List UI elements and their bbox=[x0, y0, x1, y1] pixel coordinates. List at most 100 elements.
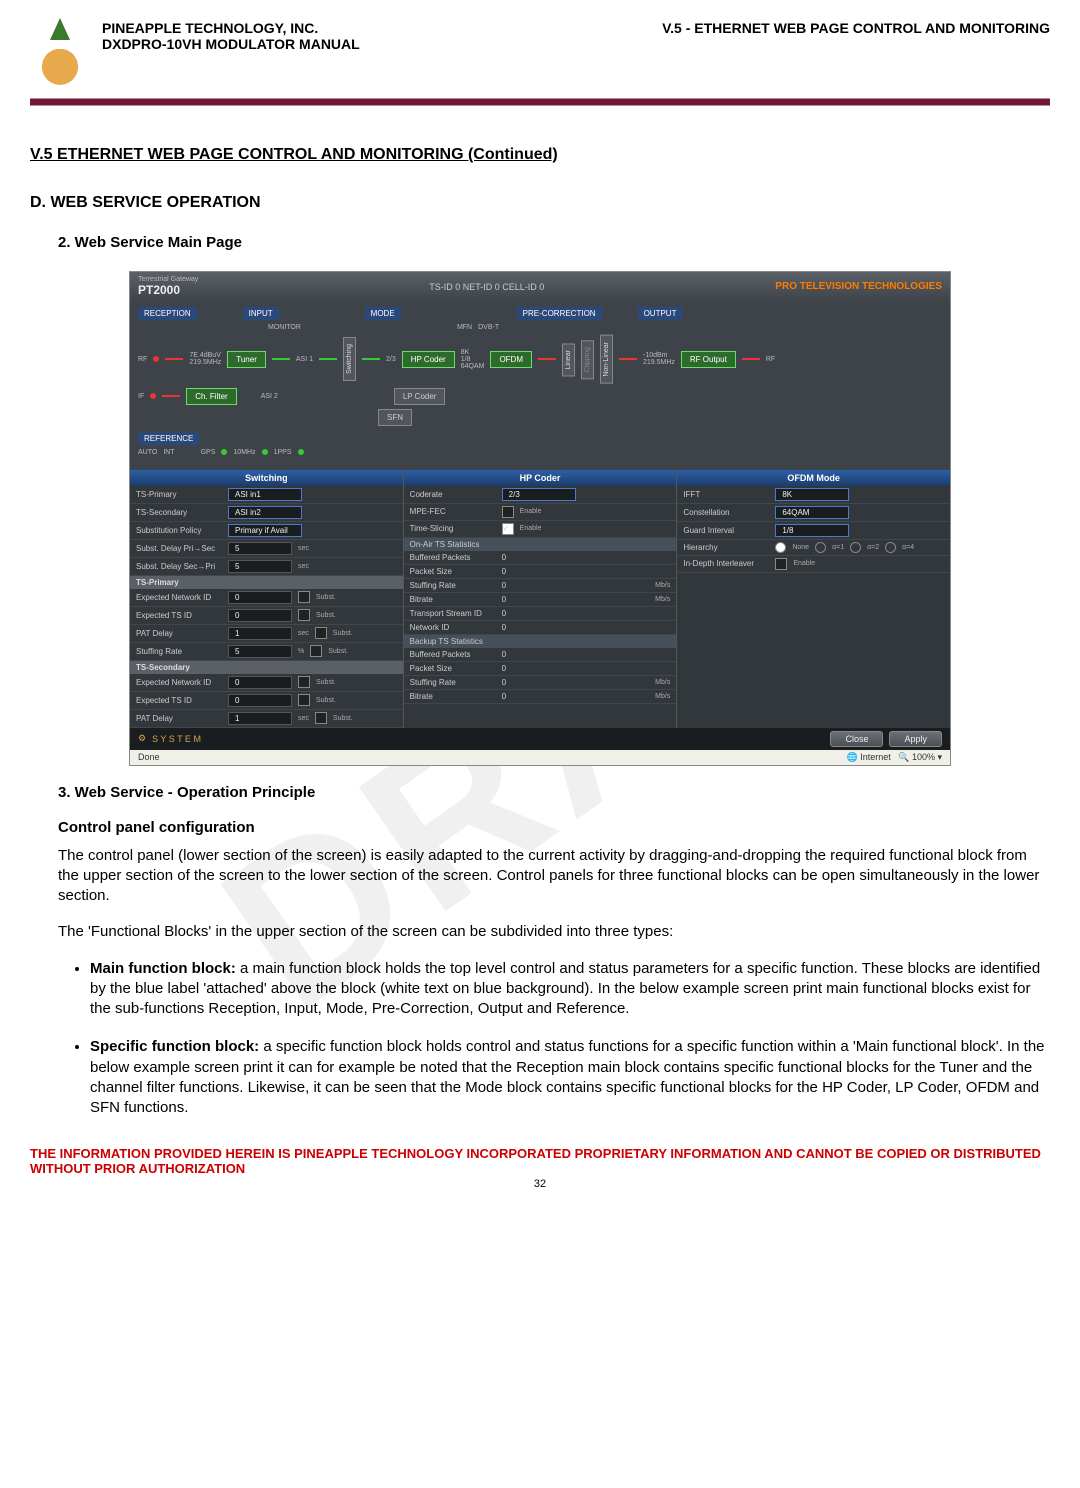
10mhz-label: 10MHz bbox=[233, 449, 255, 456]
delsec-label: Subst. Delay Sec→Pri bbox=[136, 562, 222, 571]
mpefec-checkbox[interactable] bbox=[502, 506, 514, 518]
subst-checkbox[interactable] bbox=[310, 645, 322, 657]
pct-unit: % bbox=[298, 648, 304, 655]
subst-label: Subst. bbox=[316, 612, 336, 619]
asi2-label: ASI 2 bbox=[261, 393, 278, 400]
enable-label: Enable bbox=[520, 508, 542, 515]
delsec-input[interactable]: 5 bbox=[228, 560, 292, 573]
col-input: INPUT bbox=[243, 307, 279, 320]
subst-checkbox[interactable] bbox=[315, 627, 327, 639]
subst-checkbox[interactable] bbox=[298, 609, 310, 621]
zoom-label: 100% bbox=[912, 752, 935, 762]
dvbt-label: DVB-T bbox=[478, 324, 499, 331]
hier-a1-radio[interactable] bbox=[815, 542, 826, 553]
stuffing2-value: 0 bbox=[502, 678, 506, 687]
subsection-d: D. WEB SERVICE OPERATION bbox=[30, 194, 1050, 212]
netid-label: Network ID bbox=[410, 623, 496, 632]
const-select[interactable]: 64QAM bbox=[775, 506, 849, 519]
packetsize-label: Packet Size bbox=[410, 567, 496, 576]
paragraph-1: The control panel (lower section of the … bbox=[58, 846, 1050, 907]
linear-block[interactable]: Linear bbox=[562, 343, 575, 376]
globe-icon: 🌐 bbox=[846, 752, 857, 762]
hier-a2-radio[interactable] bbox=[850, 542, 861, 553]
panel-ofdm: OFDM Mode IFFT8K Constellation64QAM Guar… bbox=[677, 470, 950, 728]
tssecondary-select[interactable]: ASI in2 bbox=[228, 506, 302, 519]
switching-block[interactable]: Switching bbox=[343, 337, 356, 381]
onair-subhdr: On-Air TS Statistics bbox=[404, 538, 677, 551]
a1-label: α=1 bbox=[832, 544, 844, 551]
mbps-unit: Mb/s bbox=[655, 596, 670, 603]
enid-label: Expected Network ID bbox=[136, 593, 222, 602]
none-label: None bbox=[792, 544, 809, 551]
subst-checkbox[interactable] bbox=[298, 694, 310, 706]
sec-unit: sec bbox=[298, 563, 309, 570]
coderate-preview: 2/3 bbox=[386, 356, 396, 363]
packetsize2-value: 0 bbox=[502, 664, 506, 673]
subst-label: Subst. bbox=[333, 630, 353, 637]
subst-checkbox[interactable] bbox=[315, 712, 327, 724]
stuffing2-label: Stuffing Rate bbox=[410, 678, 496, 687]
subpolicy-select[interactable]: Primary if Avail bbox=[228, 524, 302, 537]
led-icon bbox=[262, 449, 268, 455]
sec-unit: sec bbox=[298, 715, 309, 722]
hpcoder-block[interactable]: HP Coder bbox=[402, 351, 455, 368]
monitor-label: MONITOR bbox=[268, 324, 301, 331]
wire-icon bbox=[162, 395, 180, 397]
col-reception: RECEPTION bbox=[138, 307, 197, 320]
subsection-3: 3. Web Service - Operation Principle bbox=[58, 784, 1050, 801]
indepth-checkbox[interactable] bbox=[775, 558, 787, 570]
block-diagram: RECEPTION INPUT MODE PRE-CORRECTION OUTP… bbox=[130, 301, 950, 470]
internet-label: Internet bbox=[860, 752, 891, 762]
sfn-block[interactable]: SFN bbox=[378, 409, 412, 426]
close-button[interactable]: Close bbox=[830, 731, 883, 747]
lpcoder-block[interactable]: LP Coder bbox=[394, 388, 446, 405]
timeslicing-checkbox[interactable]: ✓ bbox=[502, 523, 514, 535]
nonlinear-block[interactable]: Non-Linear bbox=[600, 335, 613, 384]
int-label: INT bbox=[163, 449, 174, 456]
system-label[interactable]: S Y S T E M bbox=[152, 734, 201, 744]
wire-icon bbox=[362, 358, 380, 360]
tuner-block[interactable]: Tuner bbox=[227, 351, 266, 368]
stuffrate-input[interactable]: 5 bbox=[228, 645, 292, 658]
tsprimary-select[interactable]: ASI in1 bbox=[228, 488, 302, 501]
etsid-input[interactable]: 0 bbox=[228, 609, 292, 622]
model-label: PT2000 bbox=[138, 283, 198, 297]
rfout-block[interactable]: RF Output bbox=[681, 351, 736, 368]
stuffrate-label: Stuffing Rate bbox=[136, 647, 222, 656]
panel-hdr-ofdm: OFDM Mode bbox=[677, 470, 950, 486]
apply-button[interactable]: Apply bbox=[889, 731, 942, 747]
ofdm-block[interactable]: OFDM bbox=[490, 351, 532, 368]
hier-a4-radio[interactable] bbox=[885, 542, 896, 553]
const-label: Constellation bbox=[683, 508, 769, 517]
packetsize2-label: Packet Size bbox=[410, 664, 496, 673]
subst-checkbox[interactable] bbox=[298, 676, 310, 688]
guard-select[interactable]: 1/8 bbox=[775, 524, 849, 537]
tsid-value: 0 bbox=[502, 609, 506, 618]
chfilter-block[interactable]: Ch. Filter bbox=[186, 388, 236, 405]
panel-hpcoder: HP Coder Coderate2/3 MPE-FECEnable Time-… bbox=[404, 470, 678, 728]
enid2-input[interactable]: 0 bbox=[228, 676, 292, 689]
stuffing-value: 0 bbox=[502, 581, 506, 590]
buffered2-value: 0 bbox=[502, 650, 506, 659]
subsection-2: 2. Web Service Main Page bbox=[58, 234, 1050, 251]
ifft-select[interactable]: 8K bbox=[775, 488, 849, 501]
1pps-label: 1PPS bbox=[274, 449, 292, 456]
tsid-label: Transport Stream ID bbox=[410, 609, 496, 618]
delpri-input[interactable]: 5 bbox=[228, 542, 292, 555]
subst-checkbox[interactable] bbox=[298, 591, 310, 603]
etsid2-input[interactable]: 0 bbox=[228, 694, 292, 707]
rf-node-icon bbox=[153, 356, 159, 362]
rf-label: RF bbox=[138, 356, 147, 363]
hier-none-radio[interactable] bbox=[775, 542, 786, 553]
gps-label: GPS bbox=[201, 449, 216, 456]
web-service-screenshot: Terrestrial Gateway PT2000 TS-ID 0 NET-I… bbox=[129, 271, 951, 766]
sec-unit: sec bbox=[298, 545, 309, 552]
patdelay-input[interactable]: 1 bbox=[228, 627, 292, 640]
patdelay2-input[interactable]: 1 bbox=[228, 712, 292, 725]
hier-label: Hierarchy bbox=[683, 543, 769, 552]
page-number: 32 bbox=[30, 1178, 1050, 1190]
coderate-select[interactable]: 2/3 bbox=[502, 488, 576, 501]
enid-input[interactable]: 0 bbox=[228, 591, 292, 604]
clipping-block[interactable]: Clipping bbox=[581, 340, 594, 379]
buffered-value: 0 bbox=[502, 553, 506, 562]
